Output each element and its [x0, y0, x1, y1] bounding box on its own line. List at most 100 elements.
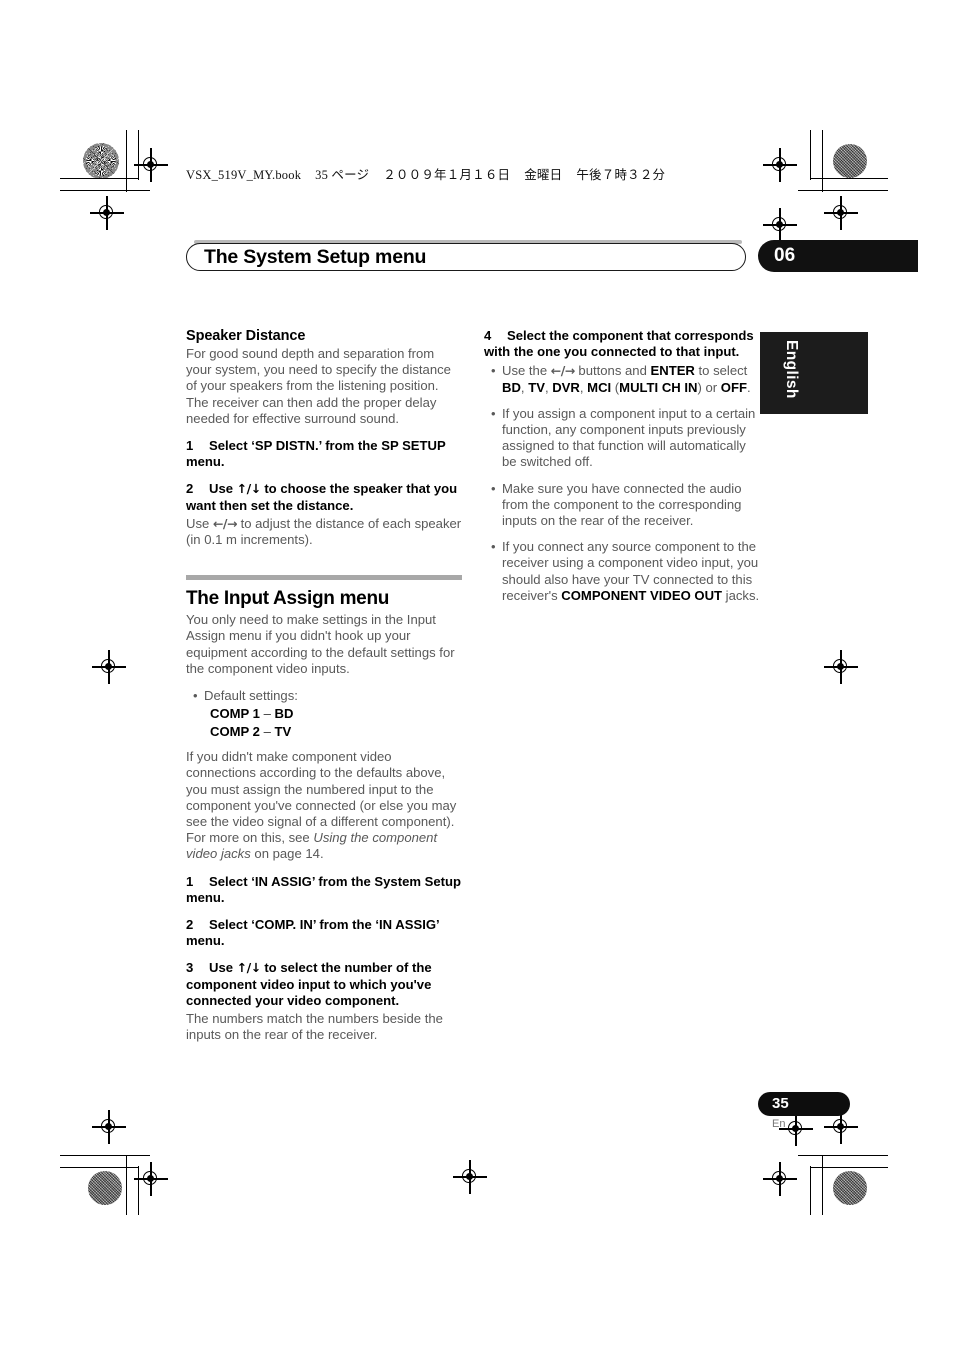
language-tab-label: English [783, 340, 800, 399]
speaker-distance-step-1: 1 Select ‘SP DISTN.’ from the SP SETUP me… [186, 438, 462, 470]
language-tab: English [760, 332, 868, 414]
note-part-a: Use the [502, 363, 551, 379]
book-page-label: 35 ページ [315, 168, 370, 182]
paragraph-part-b: on page 14. [250, 846, 324, 862]
enter-button-label: ENTER [650, 363, 695, 379]
registration-screen-patch-top-left [83, 143, 119, 179]
input-assign-step-1: 1 Select ‘IN ASSIG’ from the System Setup… [186, 874, 462, 906]
input-assign-step-3: 3 Use ↑/↓ to select the number of the com… [186, 960, 462, 1009]
step-4-notes-list: Use the ←/→ buttons and ENTER to select … [484, 363, 760, 604]
step-number: 2 [186, 917, 194, 933]
registration-mark-chapter-tab [763, 208, 797, 242]
crop-mark-top-left-h2 [60, 190, 150, 192]
default-settings-values: COMP 1 – BD COMP 2 – TV [186, 705, 462, 741]
registration-mark-top-right-upper [763, 148, 797, 182]
step-text-part-a: Use [209, 481, 237, 497]
registration-mark-bottom-center [453, 1160, 487, 1194]
step-number: 3 [186, 960, 194, 976]
registration-mark-bottom-left-lower [134, 1162, 168, 1196]
page-language-code: En [772, 1118, 786, 1130]
speaker-distance-heading: Speaker Distance [186, 328, 306, 344]
right-column: 4 Select the component that corresponds w… [484, 328, 760, 614]
period: . [746, 379, 751, 395]
input-assign-paragraph: If you didn't make component video conne… [186, 749, 462, 862]
crop-mark-bottom-right-h1 [798, 1155, 888, 1157]
option-dvr: DVR [552, 379, 580, 395]
book-source-line: VSX_519V_MY.book 35 ページ ２００９年１月１６日 金曜日 午後７時３… [186, 164, 665, 183]
speaker-distance-intro: For good sound depth and separation from… [186, 346, 451, 426]
list-item: Make sure you have connected the audio f… [491, 481, 760, 530]
input-assign-step-4: 4 Select the component that corresponds w… [484, 328, 760, 360]
page-number: 35 [772, 1095, 789, 1112]
registration-screen-patch-top-right [833, 144, 867, 178]
list-item: Default settings: [193, 688, 462, 704]
chapter-number-tab: 06 [758, 240, 918, 272]
step-text: Select ‘SP DISTN.’ from the SP SETUP men… [186, 438, 446, 470]
body-part-a: Use [186, 515, 213, 531]
step-text: Select ‘COMP. IN’ from the ‘IN ASSIG’ me… [186, 917, 439, 949]
step-number: 4 [484, 328, 492, 343]
option-tv: TV [528, 379, 545, 395]
option-mci: MCI [587, 379, 612, 395]
note-part-c: to select [694, 363, 748, 379]
default-input-name: COMP 1 [210, 706, 260, 722]
crop-mark-bottom-right-v2 [810, 1166, 812, 1215]
registration-mark-top-right-lower [824, 196, 858, 230]
up-down-arrow-icon: ↑/↓ [236, 481, 262, 497]
step-text: Select the component that corresponds wi… [484, 328, 754, 360]
left-column: Speaker Distance For good sound depth an… [186, 328, 462, 1055]
default-settings-list: Default settings: [186, 688, 462, 704]
list-item: If you assign a component input to a cer… [491, 406, 760, 471]
crop-mark-top-left-v1 [126, 130, 128, 192]
chapter-number: 06 [774, 245, 796, 266]
crop-mark-bottom-left-h1 [60, 1155, 150, 1157]
default-setting-row-1: COMP 1 – BD [210, 705, 462, 723]
left-right-arrow-icon: ←/→ [212, 515, 238, 531]
book-weekday: 金曜日 [524, 168, 563, 182]
crop-mark-bottom-right-v1 [822, 1155, 824, 1215]
step-text-part-a: Use [209, 960, 237, 976]
registration-mark-bottom-right-lower [763, 1162, 797, 1196]
manual-page: VSX_519V_MY.book 35 ページ ２００９年１月１６日 金曜日 午後７時３… [0, 0, 954, 1350]
registration-mark-middle-left [92, 650, 126, 684]
step-number: 1 [186, 873, 194, 889]
crop-mark-top-right-v2 [822, 130, 824, 192]
registration-mark-middle-right [824, 650, 858, 684]
crop-mark-top-right-h2 [798, 190, 888, 192]
default-setting-row-2: COMP 2 – TV [210, 723, 462, 741]
input-assign-intro: You only need to make settings in the In… [186, 612, 455, 676]
registration-mark-bottom-left-upper [92, 1110, 126, 1144]
up-down-arrow-icon: ↑/↓ [236, 960, 262, 976]
paren-open: ( [611, 379, 620, 395]
book-filename: VSX_519V_MY.book [186, 168, 302, 182]
input-assign-step-3-body: The numbers match the numbers beside the… [186, 1011, 443, 1043]
registration-screen-patch-bottom-left [88, 1171, 122, 1205]
option-off: OFF [720, 379, 747, 395]
step-number: 1 [186, 438, 194, 454]
option-bd: BD [502, 379, 521, 395]
speaker-distance-step-2-body: Use ←/→ to adjust the distance of each s… [186, 516, 462, 548]
book-time: 午後７時３２分 [576, 168, 666, 182]
speaker-distance-step-2: 2 Use ↑/↓ to choose the speaker that you … [186, 481, 462, 513]
left-right-arrow-icon: ←/→ [550, 363, 576, 379]
component-video-out-label: COMPONENT VIDEO OUT [561, 587, 723, 603]
book-date: ２００９年１月１６日 [383, 168, 511, 182]
list-item: If you connect any source component to t… [491, 539, 760, 604]
input-assign-heading: The Input Assign menu [186, 588, 390, 610]
note-part-b: jacks. [722, 587, 760, 603]
paren-close: ) or [697, 379, 721, 395]
note-part-b: buttons and [574, 363, 651, 379]
option-multi-ch-in: MULTI CH IN [619, 379, 698, 395]
default-dash: – [259, 724, 275, 740]
registration-screen-patch-bottom-right [833, 1171, 867, 1205]
page-header-bar: The System Setup menu [186, 240, 748, 272]
page-number-badge: 35 [758, 1092, 850, 1116]
input-assign-step-2: 2 Select ‘COMP. IN’ from the ‘IN ASSIG’ m… [186, 917, 462, 949]
default-input-value: BD [274, 706, 294, 722]
step-number: 2 [186, 481, 194, 497]
list-item: Use the ←/→ buttons and ENTER to select … [491, 363, 760, 395]
default-input-name: COMP 2 [210, 724, 260, 740]
default-input-value: TV [274, 724, 292, 740]
registration-mark-top-left-lower [90, 196, 124, 230]
crop-mark-top-right-v1 [810, 130, 812, 180]
